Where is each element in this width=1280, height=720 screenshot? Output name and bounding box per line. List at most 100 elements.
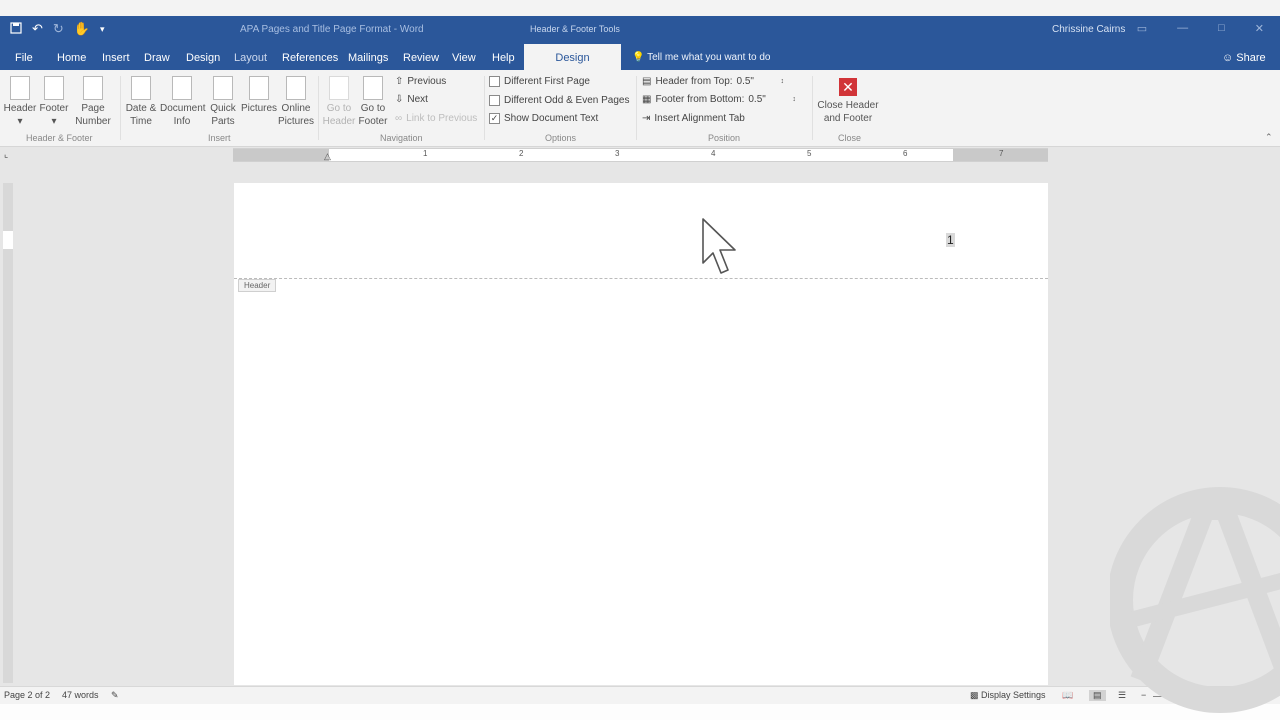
- page-number-icon: [83, 76, 103, 100]
- tab-header-footer-design[interactable]: Design: [524, 44, 621, 70]
- vertical-ruler[interactable]: [3, 183, 13, 683]
- ruler-number: 2: [519, 149, 524, 158]
- vertical-ruler-header-area: [3, 231, 13, 249]
- footer-icon: [44, 76, 64, 100]
- show-document-text-option[interactable]: ✓ Show Document Text: [489, 113, 598, 124]
- redo-icon[interactable]: ↻: [53, 21, 64, 37]
- touch-mode-icon[interactable]: ✋: [74, 21, 90, 37]
- user-name[interactable]: Chrissine Cairns: [1052, 24, 1125, 35]
- ruler-number: 5: [807, 149, 812, 158]
- ribbon-display-icon[interactable]: ▭: [1137, 22, 1147, 35]
- tab-review[interactable]: Review: [403, 52, 439, 64]
- footer-from-bottom-label: Footer from Bottom:: [655, 94, 745, 105]
- spinner-icon[interactable]: ↕: [781, 78, 785, 85]
- minimize-icon[interactable]: —: [1177, 22, 1188, 35]
- go-to-footer-button[interactable]: Go to Footer: [355, 76, 391, 128]
- maximize-icon[interactable]: □: [1218, 22, 1225, 35]
- document-page[interactable]: 1 Header: [234, 183, 1048, 685]
- customize-qat-icon[interactable]: ▾: [100, 24, 105, 35]
- print-layout-icon[interactable]: ▤: [1089, 690, 1106, 701]
- ruler-number: 4: [711, 149, 716, 158]
- header-from-top-control[interactable]: ▤ Header from Top: 0.5" ↕: [642, 76, 784, 87]
- tell-me-search[interactable]: 💡 Tell me what you want to do: [632, 52, 770, 63]
- alignment-tab-icon: ⇥: [642, 113, 651, 124]
- footer-from-bottom-input[interactable]: 0.5": [748, 94, 788, 105]
- page-count[interactable]: Page 2 of 2: [4, 690, 50, 700]
- show-document-text-label: Show Document Text: [504, 113, 599, 124]
- indent-marker-icon[interactable]: △: [324, 151, 331, 162]
- tab-references[interactable]: References: [282, 52, 338, 64]
- display-settings-label: Display Settings: [981, 690, 1046, 700]
- proofing-icon[interactable]: ✎: [111, 690, 119, 701]
- share-button[interactable]: ☺ Share: [1222, 52, 1266, 64]
- tab-design[interactable]: Design: [186, 52, 220, 64]
- display-settings-button[interactable]: ▩ Display Settings: [970, 690, 1046, 701]
- tab-view[interactable]: View: [452, 52, 476, 64]
- ruler-number: 6: [903, 149, 908, 158]
- quick-parts-button[interactable]: Quick Parts: [206, 76, 240, 128]
- spinner-icon[interactable]: ↕: [792, 96, 796, 103]
- different-odd-even-option[interactable]: Different Odd & Even Pages: [489, 95, 629, 106]
- calendar-icon: [131, 76, 151, 100]
- group-separator: [484, 76, 485, 140]
- tab-draw[interactable]: Draw: [144, 52, 170, 64]
- show-document-text-checkbox[interactable]: ✓: [489, 113, 500, 124]
- document-info-icon: [172, 76, 192, 100]
- go-to-header-button[interactable]: Go to Header: [321, 76, 357, 128]
- footer-from-bottom-control[interactable]: ▦ Footer from Bottom: 0.5" ↕: [642, 94, 796, 105]
- date-time-button[interactable]: Date & Time: [122, 76, 160, 128]
- group-separator: [318, 76, 319, 140]
- tab-help[interactable]: Help: [492, 52, 515, 64]
- document-info-button[interactable]: Document Info: [160, 76, 206, 128]
- footer-button[interactable]: Footer ▾: [37, 76, 71, 128]
- page-number-button[interactable]: Page Number: [70, 76, 116, 128]
- tab-insert[interactable]: Insert: [102, 52, 130, 64]
- tab-file[interactable]: File: [15, 52, 33, 64]
- group-insert: Insert: [208, 133, 231, 143]
- pictures-button[interactable]: Pictures: [240, 76, 278, 115]
- next-button[interactable]: ⇩ Next: [395, 94, 428, 105]
- header-page-number[interactable]: 1: [946, 233, 955, 247]
- date-time-label: Date & Time: [125, 103, 157, 127]
- header-position-icon: ▤: [642, 76, 652, 87]
- header-tag: Header: [238, 279, 277, 292]
- group-navigation: Navigation: [380, 133, 423, 143]
- close-header-footer-button[interactable]: ✕ Close Header and Footer: [816, 78, 880, 125]
- different-first-page-label: Different First Page: [504, 76, 590, 87]
- word-count[interactable]: 47 words: [62, 690, 99, 700]
- next-icon: ⇩: [395, 94, 404, 105]
- tab-layout[interactable]: Layout: [234, 52, 267, 64]
- group-separator: [636, 76, 637, 140]
- ruler-number: 1: [423, 149, 428, 158]
- header-from-top-input[interactable]: 0.5": [737, 76, 777, 87]
- different-first-page-checkbox[interactable]: [489, 76, 500, 87]
- horizontal-ruler[interactable]: 1 2 3 4 5 6 7 △: [233, 148, 1048, 162]
- tab-mailings[interactable]: Mailings: [348, 52, 388, 64]
- tab-selector-icon[interactable]: ⌞: [4, 149, 14, 159]
- page-number-label: Page Number: [75, 103, 111, 127]
- group-options: Options: [545, 133, 577, 143]
- undo-icon[interactable]: ↶: [32, 21, 43, 37]
- insert-alignment-tab-button[interactable]: ⇥ Insert Alignment Tab: [642, 113, 745, 124]
- ruler-left-margin: [233, 149, 329, 161]
- read-mode-icon[interactable]: 📖: [1062, 690, 1073, 701]
- header-button[interactable]: Header ▾: [3, 76, 37, 128]
- link-to-previous-button[interactable]: ∞ Link to Previous: [395, 113, 477, 124]
- status-bar: Page 2 of 2 47 words ✎ ▩ Display Setting…: [0, 686, 1280, 705]
- go-to-footer-icon: [363, 76, 383, 100]
- group-separator: [120, 76, 121, 140]
- display-settings-icon: ▩: [970, 690, 979, 700]
- collapse-ribbon-icon[interactable]: ⌃: [1265, 132, 1273, 143]
- previous-button[interactable]: ⇧ Previous: [395, 76, 446, 87]
- online-pictures-button[interactable]: Online Pictures: [276, 76, 316, 128]
- different-odd-even-checkbox[interactable]: [489, 95, 500, 106]
- title-bar: ↶ ↻ ✋ ▾ APA Pages and Title Page Format …: [0, 16, 1280, 44]
- group-separator: [812, 76, 813, 140]
- window-controls: ▭ — □ ✕: [1137, 22, 1264, 35]
- close-window-icon[interactable]: ✕: [1255, 22, 1264, 35]
- save-icon[interactable]: [10, 21, 22, 37]
- tab-home[interactable]: Home: [57, 52, 86, 64]
- quick-parts-icon: [213, 76, 233, 100]
- tell-me-text: Tell me what you want to do: [647, 52, 771, 63]
- different-first-page-option[interactable]: Different First Page: [489, 76, 590, 87]
